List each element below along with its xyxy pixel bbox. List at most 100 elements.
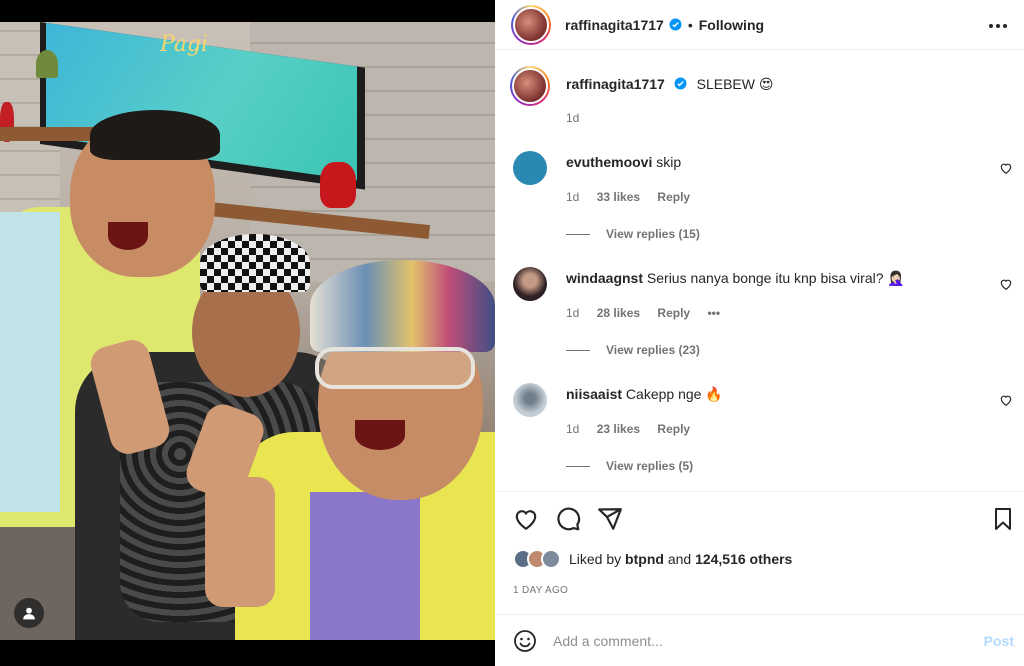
caption-text: raffinagita1717 SLEBEW 😍 [566,75,773,93]
post-comment-button[interactable]: Post [984,633,1014,649]
caption-meta: 1d [566,111,593,125]
action-icons [513,506,623,534]
bookmark-icon [995,508,1011,530]
post-timestamp[interactable]: 1 DAY AGO [513,585,568,596]
liked-by-others[interactable]: 124,516 others [695,551,792,567]
comment-time: 1d [566,306,580,320]
comment-avatar[interactable] [513,383,547,417]
author-username[interactable]: raffinagita1717 [565,17,664,33]
more-icon [989,24,1007,28]
comment-input[interactable] [553,632,953,649]
comment-reply-button[interactable]: Reply [657,190,690,204]
comment-reply-button[interactable]: Reply [657,422,690,436]
comment-like-icon[interactable] [999,277,1013,291]
add-comment-bar: Post [495,614,1024,666]
more-options-button[interactable] [986,14,1010,38]
following-button[interactable]: Following [699,17,764,33]
post-details-panel: raffinagita1717 • Following raffinagita1… [495,0,1024,666]
comment-text: windaagnst Serius nanya bonge itu knp bi… [566,269,905,287]
comment-body: Cakepp nge [625,386,702,402]
caption-avatar[interactable] [510,66,550,106]
share-icon [598,508,622,530]
comment-body: Serius nanya bonge itu knp bisa viral? [646,270,884,286]
person-3-mouth [355,420,405,450]
comment-text: evuthemoovi skip [566,153,681,171]
thumbs-up-hand [205,477,275,607]
comment-item: windaagnst Serius nanya bonge itu knp bi… [513,267,1013,357]
view-replies-line [566,349,590,351]
post-media[interactable]: Pagi [0,0,495,666]
post-actions: Liked by btpnd and 124,516 others 1 DAY … [495,491,1024,614]
liked-by-conj: and [667,551,692,567]
comment-body: skip [656,154,682,170]
comment-button[interactable] [555,506,581,532]
comment-more-button[interactable]: ••• [707,306,720,320]
caption-row: raffinagita1717 SLEBEW 😍 1d [510,66,1013,129]
comment-time: 1d [566,422,580,436]
caption-time: 1d [566,111,580,125]
person-3-glasses [315,347,475,389]
user-tag-icon [23,607,35,620]
view-replies-button[interactable]: View replies (15) [566,227,700,241]
comment-likes[interactable]: 28 likes [597,306,640,320]
comment-emoji: 🤦🏻‍♀️ [887,270,905,286]
caption-body: SLEBEW [696,76,755,92]
share-button[interactable] [597,506,623,532]
view-replies-label: View replies (23) [606,343,700,357]
comment-time: 1d [566,190,580,204]
comment-item: evuthemoovi skip 1d 33 likes Reply View … [513,151,1013,241]
emoji-button[interactable] [513,629,537,653]
view-replies-label: View replies (15) [606,227,700,241]
view-replies-line [566,233,590,235]
comment-avatar[interactable] [513,267,547,301]
likes-summary: Liked by btpnd and 124,516 others [513,549,792,569]
liker-avatar [541,549,561,569]
verified-icon [674,77,687,90]
photo-tv-text: Pagi [160,32,209,57]
comment-like-icon[interactable] [999,161,1013,175]
liked-by-user[interactable]: btpnd [625,551,664,567]
comment-meta: 1d 33 likes Reply [566,190,704,204]
post-photo: Pagi [0,22,495,640]
save-button[interactable] [990,506,1016,532]
comment-username[interactable]: windaagnst [566,270,643,286]
comment-text: niisaaist Cakepp nge 🔥 [566,385,723,403]
photo-plant [36,50,58,78]
comment-reply-button[interactable]: Reply [657,306,690,320]
like-button[interactable] [513,506,539,532]
caption-emoji: 😍 [758,76,774,92]
view-replies-line [566,465,590,467]
verified-icon [669,18,682,31]
comment-meta: 1d 28 likes Reply ••• [566,306,734,320]
liked-by-avatars[interactable] [513,549,561,569]
comment-likes[interactable]: 33 likes [597,190,640,204]
user-tag-button[interactable] [14,598,44,628]
person-2-checkered-hat [200,234,310,292]
view-replies-label: View replies (5) [606,459,694,473]
person-1-hair [90,110,220,160]
comment-meta: 1d 23 likes Reply [566,422,704,436]
author-avatar[interactable] [511,4,551,45]
heart-icon [515,510,537,531]
person-1-mouth [108,222,148,250]
comment-icon [557,507,581,531]
comment-username[interactable]: niisaaist [566,386,622,402]
person-1-jacket [0,212,60,512]
emoji-icon [514,629,536,652]
photo-red-cat-figure [320,162,356,208]
view-replies-button[interactable]: View replies (5) [566,459,693,473]
comment-like-icon[interactable] [999,393,1013,407]
comments-list[interactable]: raffinagita1717 SLEBEW 😍 1d evuthemoovi … [495,51,1024,491]
person-3-shirt [310,492,420,640]
comment-avatar[interactable] [513,151,547,185]
comment-username[interactable]: evuthemoovi [566,154,652,170]
comment-likes[interactable]: 23 likes [597,422,640,436]
caption-username[interactable]: raffinagita1717 [566,76,665,92]
person-3-bucket-hat [310,260,495,352]
post-header: raffinagita1717 • Following [495,0,1024,50]
view-replies-button[interactable]: View replies (23) [566,343,700,357]
header-separator: • [687,16,693,33]
comment-item: niisaaist Cakepp nge 🔥 1d 23 likes Reply… [513,383,1013,473]
liked-by-prefix: Liked by [569,551,622,567]
comment-emoji: 🔥 [705,386,723,402]
